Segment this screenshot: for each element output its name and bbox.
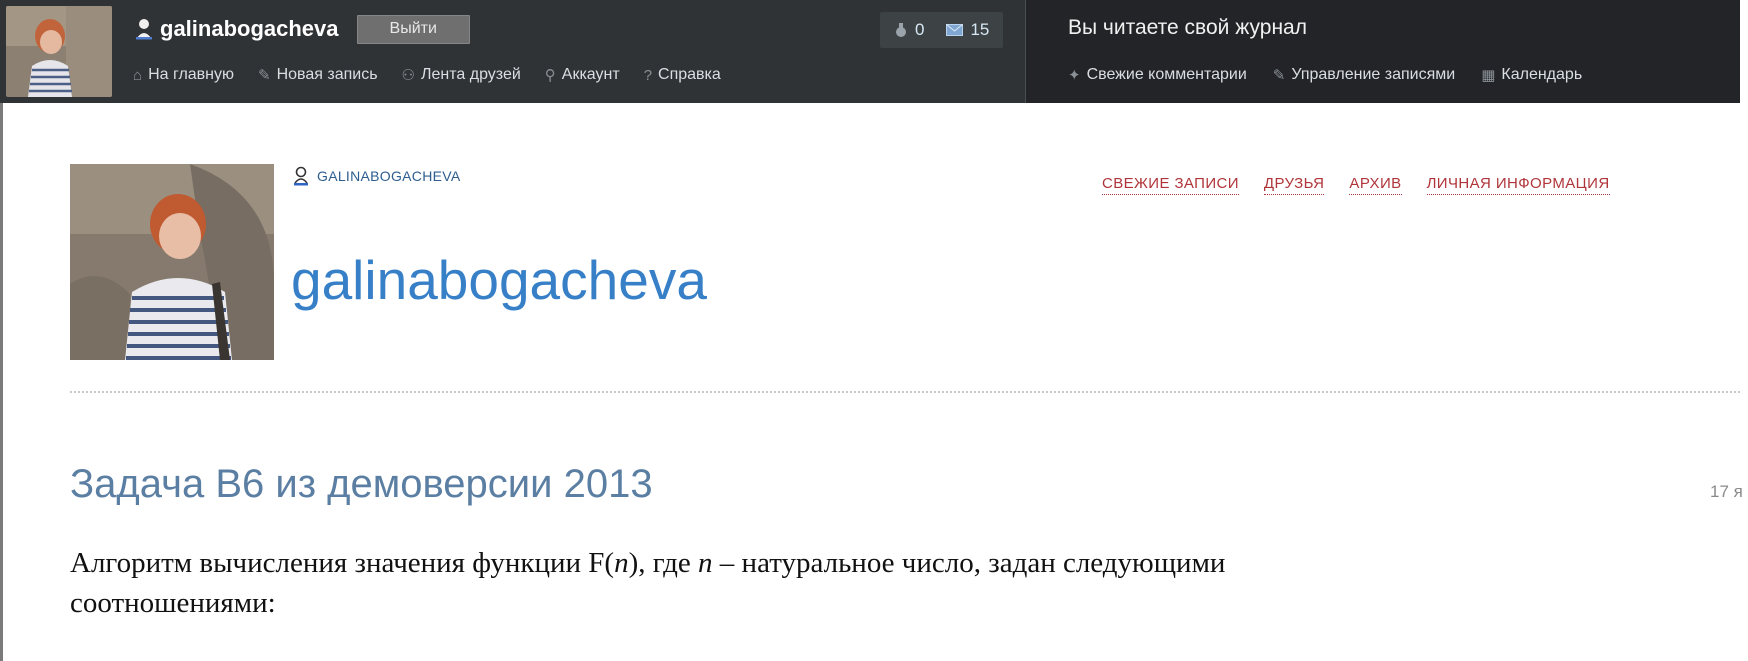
post-body-variable: n <box>614 547 629 579</box>
post-body-text: – натуральное число, задан следующими <box>712 547 1226 579</box>
friends-icon: ⚇ <box>401 67 415 84</box>
journal-name-heading[interactable]: galinabogacheva <box>291 248 707 312</box>
link-archive[interactable]: АРХИВ <box>1349 175 1402 195</box>
nav-home[interactable]: ⌂ На главную <box>133 66 234 84</box>
username-link[interactable]: galinabogacheva <box>160 16 339 42</box>
post-body-text: Алгоритм вычисления значения функции F( <box>70 547 615 579</box>
link-friends[interactable]: ДРУЗЬЯ <box>1263 175 1325 195</box>
page-right-edge <box>1742 0 1748 661</box>
comments-icon: ✦ <box>1068 67 1081 84</box>
wrench-icon: ⚲ <box>544 67 556 84</box>
nav-friends-feed-label: Лента друзей <box>421 66 521 83</box>
topbar-avatar[interactable] <box>6 6 112 97</box>
post-body: Алгоритм вычисления значения функции F(n… <box>70 543 1670 623</box>
messages-count: 15 <box>970 20 990 39</box>
profile-photo[interactable] <box>70 164 274 360</box>
help-icon: ? <box>643 66 653 84</box>
gifts-count: 0 <box>915 20 925 39</box>
envelope-icon <box>946 24 964 36</box>
home-icon: ⌂ <box>133 66 143 84</box>
journal-nav: ✦ Свежие комментарии ✎ Управление запися… <box>1068 66 1608 84</box>
nav-account-label: Аккаунт <box>561 66 620 83</box>
messages-counter[interactable]: 15 <box>946 20 989 40</box>
link-recent-entries[interactable]: СВЕЖИЕ ЗАПИСИ <box>1102 175 1239 195</box>
nav-help[interactable]: ? Справка <box>644 66 721 84</box>
post-date: 17 я <box>1710 482 1743 501</box>
nav-manage-entries[interactable]: ✎ Управление записями <box>1273 66 1455 84</box>
nav-recent-comments-label: Свежие комментарии <box>1086 66 1247 83</box>
page-left-border <box>0 100 3 661</box>
nav-calendar-label: Календарь <box>1501 66 1583 83</box>
journal-owner-name: GALINABOGACHEVA <box>317 168 461 184</box>
notification-counters: 0 15 <box>880 12 1004 48</box>
calendar-icon: ▦ <box>1481 67 1496 84</box>
nav-recent-comments[interactable]: ✦ Свежие комментарии <box>1068 66 1247 84</box>
post-body-text: соотношениями: <box>70 587 276 619</box>
post-body-text: ), где <box>628 547 699 579</box>
main-nav: ⌂ На главную ✎ Новая запись ⚇ Лента друз… <box>133 66 745 84</box>
gifts-counter[interactable]: 0 <box>894 20 924 40</box>
nav-manage-entries-label: Управление записями <box>1291 66 1456 83</box>
user-row: galinabogacheva Выйти <box>135 14 470 44</box>
journal-owner-link[interactable]: GALINABOGACHEVA <box>293 166 461 186</box>
nav-new-entry-label: Новая запись <box>276 66 378 83</box>
journal-status-title: Вы читаете свой журнал <box>1068 16 1307 39</box>
gift-icon <box>896 23 906 37</box>
nav-account[interactable]: ⚲ Аккаунт <box>545 66 620 84</box>
topbar-divider <box>1025 0 1026 103</box>
top-bar: galinabogacheva Выйти 0 15 ⌂ На главную … <box>0 0 1740 103</box>
pencil-icon: ✎ <box>258 67 271 84</box>
header-separator <box>70 391 1740 393</box>
nav-help-label: Справка <box>658 66 721 83</box>
nav-calendar[interactable]: ▦ Календарь <box>1481 66 1582 84</box>
edit-entries-icon: ✎ <box>1272 67 1286 84</box>
post-title[interactable]: Задача B6 из демоверсии 2013 <box>70 462 653 507</box>
logout-button[interactable]: Выйти <box>356 14 470 44</box>
journal-header-links: СВЕЖИЕ ЗАПИСИ ДРУЗЬЯ АРХИВ ЛИЧНАЯ ИНФОРМ… <box>1102 175 1610 195</box>
nav-new-entry[interactable]: ✎ Новая запись <box>258 66 378 84</box>
user-icon <box>136 19 152 40</box>
link-profile-info[interactable]: ЛИЧНАЯ ИНФОРМАЦИЯ <box>1426 175 1610 195</box>
nav-friends-feed[interactable]: ⚇ Лента друзей <box>402 66 521 84</box>
post-body-variable: n <box>698 547 713 579</box>
user-icon <box>294 166 308 186</box>
nav-home-label: На главную <box>148 66 235 83</box>
